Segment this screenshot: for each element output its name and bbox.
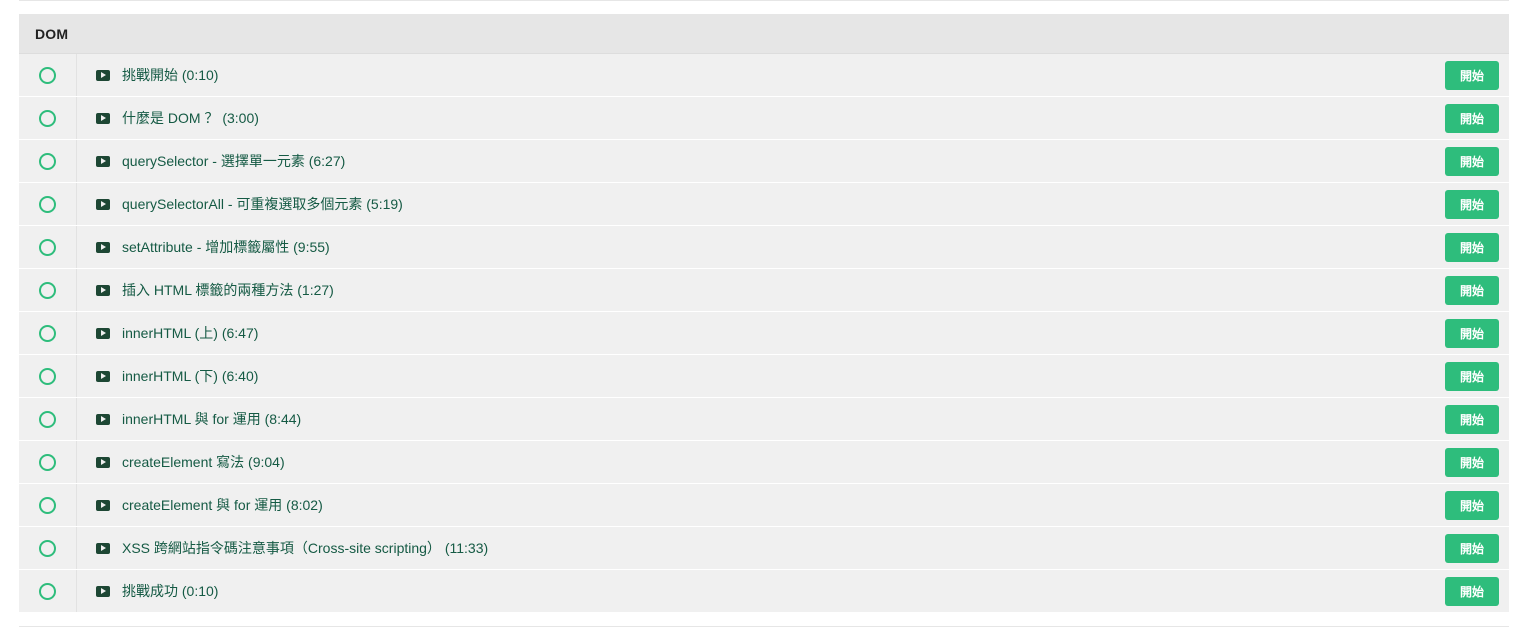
lesson-title: 什麼是 DOM ？ (3:00) xyxy=(122,110,259,126)
lesson-link[interactable]: 什麼是 DOM ？ (3:00) xyxy=(77,97,1445,139)
lesson-status xyxy=(19,398,77,440)
lesson-status xyxy=(19,226,77,268)
course-page: DOM 挑戰開始 (0:10) 開始 什麼是 DOM ？ (3:00) 開始 q… xyxy=(0,0,1513,628)
circle-outline-icon xyxy=(39,410,56,428)
lesson-status xyxy=(19,269,77,311)
video-play-icon xyxy=(96,456,110,468)
lesson-row: 挑戰成功 (0:10) 開始 xyxy=(19,570,1509,613)
lesson-title: innerHTML (下) (6:40) xyxy=(122,368,259,384)
lesson-link[interactable]: 挑戰成功 (0:10) xyxy=(77,570,1445,612)
lesson-status xyxy=(19,183,77,225)
lesson-list: 挑戰開始 (0:10) 開始 什麼是 DOM ？ (3:00) 開始 query… xyxy=(19,54,1509,613)
lesson-title: createElement 寫法 (9:04) xyxy=(122,454,285,470)
bottom-divider xyxy=(19,626,1509,627)
chapter-header: DOM xyxy=(19,14,1509,54)
lesson-status xyxy=(19,441,77,483)
start-button[interactable]: 開始 xyxy=(1445,361,1499,391)
video-play-icon xyxy=(96,499,110,511)
lesson-status xyxy=(19,484,77,526)
lesson-link[interactable]: setAttribute - 增加標籤屬性 (9:55) xyxy=(77,226,1445,268)
lesson-link[interactable]: createElement 寫法 (9:04) xyxy=(77,441,1445,483)
video-play-icon xyxy=(96,413,110,425)
lesson-title: innerHTML 與 for 運用 (8:44) xyxy=(122,411,302,427)
lesson-link[interactable]: innerHTML (上) (6:47) xyxy=(77,312,1445,354)
start-button[interactable]: 開始 xyxy=(1445,533,1499,563)
lesson-row: setAttribute - 增加標籤屬性 (9:55) 開始 xyxy=(19,226,1509,269)
start-button[interactable]: 開始 xyxy=(1445,60,1499,90)
start-button[interactable]: 開始 xyxy=(1445,404,1499,434)
lesson-row: XSS 跨網站指令碼注意事項（Cross-site scripting） (11… xyxy=(19,527,1509,570)
start-button[interactable]: 開始 xyxy=(1445,318,1499,348)
lesson-title: 插入 HTML 標籤的兩種方法 (1:27) xyxy=(122,282,334,298)
lesson-link[interactable]: createElement 與 for 運用 (8:02) xyxy=(77,484,1445,526)
lesson-row: createElement 與 for 運用 (8:02) 開始 xyxy=(19,484,1509,527)
lesson-status xyxy=(19,355,77,397)
lesson-status xyxy=(19,140,77,182)
lesson-row: createElement 寫法 (9:04) 開始 xyxy=(19,441,1509,484)
lesson-link[interactable]: innerHTML (下) (6:40) xyxy=(77,355,1445,397)
video-play-icon xyxy=(96,155,110,167)
lesson-link[interactable]: XSS 跨網站指令碼注意事項（Cross-site scripting） (11… xyxy=(77,527,1445,569)
circle-outline-icon xyxy=(39,195,56,213)
video-play-icon xyxy=(96,542,110,554)
circle-outline-icon xyxy=(39,539,56,557)
start-button[interactable]: 開始 xyxy=(1445,103,1499,133)
lesson-title: XSS 跨網站指令碼注意事項（Cross-site scripting） (11… xyxy=(122,540,489,556)
video-play-icon xyxy=(96,112,110,124)
lesson-row: querySelectorAll - 可重複選取多個元素 (5:19) 開始 xyxy=(19,183,1509,226)
lesson-status xyxy=(19,54,77,96)
start-button[interactable]: 開始 xyxy=(1445,189,1499,219)
lesson-link[interactable]: 插入 HTML 標籤的兩種方法 (1:27) xyxy=(77,269,1445,311)
lesson-link[interactable]: querySelector - 選擇單一元素 (6:27) xyxy=(77,140,1445,182)
lesson-row: 什麼是 DOM ？ (3:00) 開始 xyxy=(19,97,1509,140)
chapter-section-dom: DOM 挑戰開始 (0:10) 開始 什麼是 DOM ？ (3:00) 開始 q… xyxy=(19,14,1509,613)
start-button[interactable]: 開始 xyxy=(1445,146,1499,176)
lesson-row: 挑戰開始 (0:10) 開始 xyxy=(19,54,1509,97)
lesson-status xyxy=(19,570,77,612)
lesson-link[interactable]: querySelectorAll - 可重複選取多個元素 (5:19) xyxy=(77,183,1445,225)
lesson-row: 插入 HTML 標籤的兩種方法 (1:27) 開始 xyxy=(19,269,1509,312)
circle-outline-icon xyxy=(39,66,56,84)
circle-outline-icon xyxy=(39,324,56,342)
circle-outline-icon xyxy=(39,453,56,471)
lesson-title: querySelector - 選擇單一元素 (6:27) xyxy=(122,153,346,169)
lesson-title: setAttribute - 增加標籤屬性 (9:55) xyxy=(122,239,330,255)
circle-outline-icon xyxy=(39,152,56,170)
top-divider xyxy=(19,0,1509,1)
start-button[interactable]: 開始 xyxy=(1445,447,1499,477)
start-button[interactable]: 開始 xyxy=(1445,275,1499,305)
lesson-row: querySelector - 選擇單一元素 (6:27) 開始 xyxy=(19,140,1509,183)
lesson-row: innerHTML (下) (6:40) 開始 xyxy=(19,355,1509,398)
chapter-title: DOM xyxy=(35,25,69,42)
lesson-status xyxy=(19,97,77,139)
start-button[interactable]: 開始 xyxy=(1445,576,1499,606)
circle-outline-icon xyxy=(39,238,56,256)
video-play-icon xyxy=(96,327,110,339)
lesson-row: innerHTML (上) (6:47) 開始 xyxy=(19,312,1509,355)
circle-outline-icon xyxy=(39,281,56,299)
circle-outline-icon xyxy=(39,367,56,385)
lesson-title: 挑戰成功 (0:10) xyxy=(122,583,219,599)
lesson-status xyxy=(19,527,77,569)
circle-outline-icon xyxy=(39,496,56,514)
lesson-row: innerHTML 與 for 運用 (8:44) 開始 xyxy=(19,398,1509,441)
lesson-title: querySelectorAll - 可重複選取多個元素 (5:19) xyxy=(122,196,403,212)
circle-outline-icon xyxy=(39,582,56,600)
lesson-status xyxy=(19,312,77,354)
lesson-title: createElement 與 for 運用 (8:02) xyxy=(122,497,323,513)
video-play-icon xyxy=(96,370,110,382)
lesson-link[interactable]: 挑戰開始 (0:10) xyxy=(77,54,1445,96)
video-play-icon xyxy=(96,69,110,81)
lesson-title: innerHTML (上) (6:47) xyxy=(122,325,259,341)
circle-outline-icon xyxy=(39,109,56,127)
start-button[interactable]: 開始 xyxy=(1445,232,1499,262)
video-play-icon xyxy=(96,585,110,597)
video-play-icon xyxy=(96,284,110,296)
video-play-icon xyxy=(96,198,110,210)
video-play-icon xyxy=(96,241,110,253)
lesson-link[interactable]: innerHTML 與 for 運用 (8:44) xyxy=(77,398,1445,440)
lesson-title: 挑戰開始 (0:10) xyxy=(122,67,219,83)
start-button[interactable]: 開始 xyxy=(1445,490,1499,520)
